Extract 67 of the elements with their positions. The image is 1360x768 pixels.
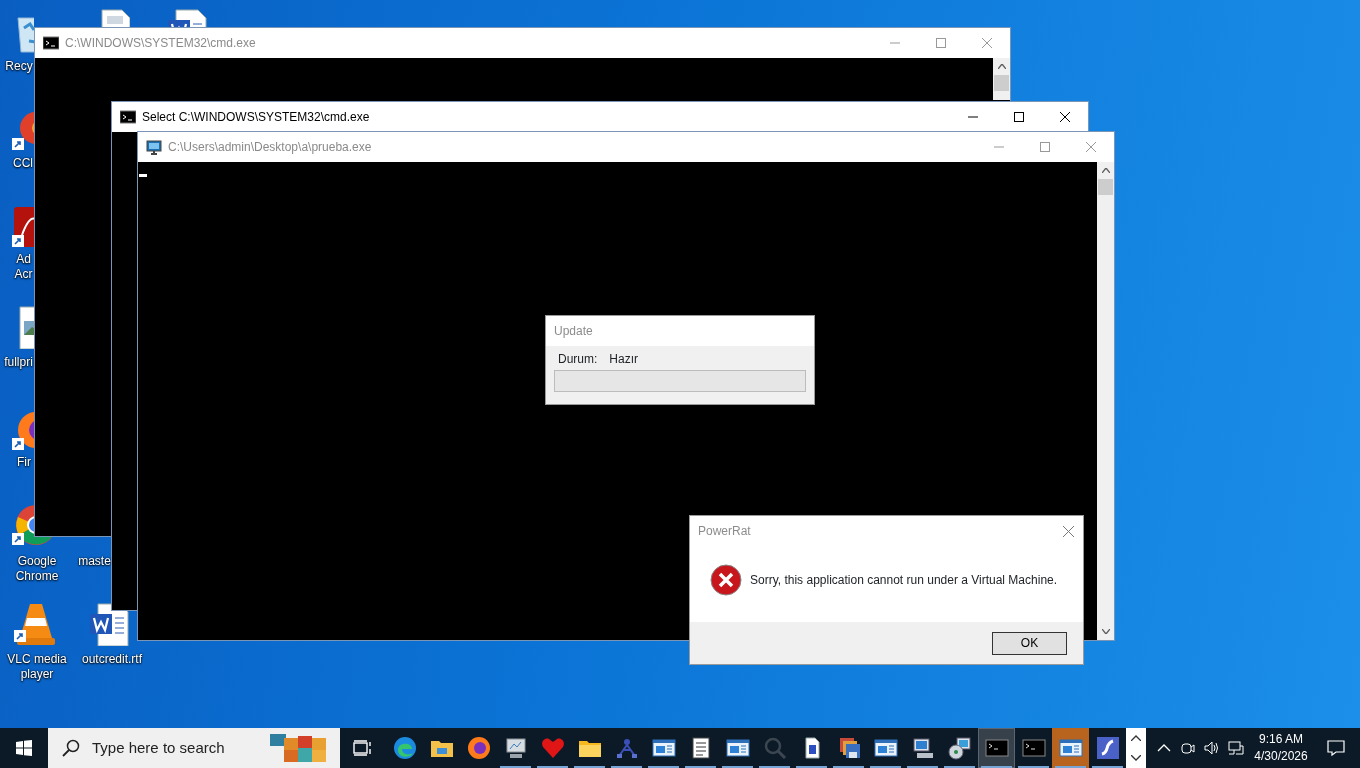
error-icon [710, 564, 742, 596]
close-icon [982, 38, 992, 48]
search-icon [62, 739, 80, 757]
window-icon [651, 736, 676, 760]
window-icon [873, 736, 898, 760]
camera-icon [1180, 740, 1196, 756]
pdf-reader-icon[interactable] [12, 205, 34, 249]
status-value: Hazır [609, 351, 638, 368]
window-icon [725, 736, 750, 760]
network-icon [614, 736, 639, 760]
speaker-icon [1204, 740, 1220, 756]
console-icon [43, 35, 59, 51]
status-label: Durum: [558, 351, 598, 368]
caret-up-icon [1131, 735, 1141, 741]
window-title: C:\WINDOWS\SYSTEM32\cmd.exe [65, 35, 256, 52]
caret-down-icon [1101, 629, 1110, 634]
maximize-icon [936, 38, 946, 48]
magnifier-icon [762, 736, 787, 760]
computer-icon [910, 736, 935, 760]
dialog-title: Update [554, 323, 593, 340]
scroll-thumb[interactable] [994, 75, 1009, 91]
icon-label[interactable]: Google Chrome [2, 554, 72, 584]
clock-time: 9:16 AM [1259, 731, 1303, 748]
icon-label[interactable]: CCl [12, 156, 34, 171]
console-icon [1021, 736, 1046, 760]
caret-up-icon [1101, 168, 1110, 173]
ok-button[interactable]: OK [992, 631, 1067, 655]
clock[interactable]: 9:16 AM 4/30/2026 [1248, 728, 1314, 768]
caret-down-icon [1131, 755, 1141, 761]
monitor-icon [503, 736, 528, 760]
caret-up-icon [997, 64, 1006, 69]
search-input[interactable]: Type here to search [90, 735, 265, 761]
icon-label[interactable]: VLC media player [2, 652, 72, 682]
close-icon [1086, 142, 1096, 152]
console-icon [120, 109, 136, 125]
swirl-icon [1095, 736, 1120, 760]
browser-icon [466, 736, 491, 760]
word-document-icon[interactable] [88, 602, 132, 646]
maximize-icon [1014, 112, 1024, 122]
heart-icon [540, 736, 565, 760]
window-icon [1058, 736, 1083, 760]
network-icon [1228, 740, 1244, 756]
window-title: C:\Users\admin\Desktop\a\prueba.exe [168, 139, 372, 156]
clock-date: 4/30/2026 [1254, 748, 1308, 765]
message-text: Sorry, this application cannot run under a Virtual Machine. [750, 572, 1058, 589]
window-title: Select C:\WINDOWS\SYSTEM32\cmd.exe [142, 109, 370, 126]
dialog-title: PowerRat [698, 523, 752, 540]
maximize-icon [1040, 142, 1050, 152]
windows-logo-icon [16, 740, 32, 756]
console-icon [984, 736, 1009, 760]
icon-label[interactable]: Ad Acr [13, 252, 34, 282]
icon-label[interactable]: maste [78, 554, 111, 569]
notification-icon [1327, 739, 1345, 757]
browser-icon [392, 736, 417, 760]
icon-label[interactable]: outcredit.rtf [76, 652, 148, 667]
monitor-icon [146, 139, 162, 155]
icon-label[interactable]: fullpri [3, 355, 34, 370]
close-icon [1062, 525, 1074, 537]
close-icon [1060, 112, 1070, 122]
disc-icon [947, 736, 972, 760]
word-document-icon[interactable] [166, 8, 208, 27]
icon-label[interactable]: Fir [14, 455, 34, 470]
search-bar[interactable]: Type here to search [48, 728, 340, 768]
scroll-thumb[interactable] [1098, 179, 1113, 195]
taskbar-app-button[interactable] [978, 728, 1015, 768]
task-view-icon [353, 740, 373, 756]
icon-label[interactable]: Recy [4, 59, 34, 74]
